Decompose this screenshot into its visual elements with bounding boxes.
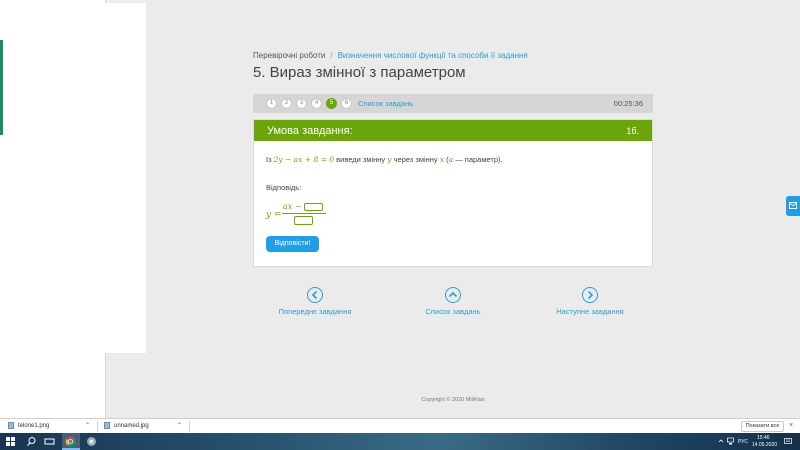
task-number-3[interactable]: 3: [296, 98, 307, 109]
task-card: Умова завдання: 1б. Із 2y − ax + 8 = 0 в…: [253, 119, 653, 267]
task-list-nav[interactable]: Список завдань: [393, 287, 513, 316]
download-separator: [97, 421, 98, 432]
show-all-downloads-button[interactable]: Показати все: [741, 421, 784, 432]
chevron-left-icon[interactable]: [307, 287, 323, 303]
page-title: 5. Вираз змінної з параметром: [253, 64, 466, 81]
chrome-icon[interactable]: [65, 436, 76, 447]
timer: 00:25:36: [613, 99, 643, 108]
fraction-bar: [282, 213, 326, 214]
notifications-icon[interactable]: [784, 438, 792, 445]
task-view-icon[interactable]: [44, 436, 55, 447]
task-header-title: Умова завдання:: [267, 125, 353, 137]
download-item[interactable]: unnamed.jpg ⌃: [104, 422, 182, 432]
task-text-end: — параметр).: [455, 155, 503, 164]
task-text-mid1: виведи змінну: [336, 155, 386, 164]
search-icon[interactable]: [26, 436, 37, 447]
prev-task-nav[interactable]: Попереднє завдання: [255, 287, 375, 316]
task-list-link[interactable]: Список завдань: [358, 99, 413, 108]
breadcrumb-current[interactable]: Визначення числової функції та способи ї…: [338, 51, 528, 60]
chevron-up-icon[interactable]: [445, 287, 461, 303]
breadcrumb-root[interactable]: Перевірочні роботи: [253, 51, 325, 60]
tray-chevron-up-icon[interactable]: [718, 438, 724, 444]
task-equation: 2y − ax + 8 = 0: [273, 155, 335, 164]
formula-numerator-text: ax −: [283, 202, 302, 211]
downloads-bar: telone1.png ⌃ unnamed.jpg ⌃ Показати все…: [0, 418, 800, 433]
chevron-right-icon[interactable]: [582, 287, 598, 303]
chevron-up-icon[interactable]: ⌃: [85, 422, 90, 429]
formula-lhs: y =: [266, 210, 282, 220]
numerator-input[interactable]: [303, 202, 323, 211]
task-text-mid2: через змінну: [393, 155, 438, 164]
breadcrumb-separator: /: [330, 51, 333, 60]
denominator-input[interactable]: [294, 216, 313, 225]
prev-task-label[interactable]: Попереднє завдання: [255, 307, 375, 316]
network-icon[interactable]: [727, 437, 734, 445]
task-statement: Із 2y − ax + 8 = 0 виведи змінну y через…: [266, 155, 503, 164]
download-item[interactable]: telone1.png ⌃: [8, 422, 90, 432]
answer-formula: y = ax −: [266, 201, 336, 227]
task-header: Умова завдання: 1б.: [254, 120, 652, 141]
task-number-4[interactable]: 4: [311, 98, 322, 109]
task-var-y: y: [387, 155, 392, 164]
answer-label: Відповідь:: [266, 183, 302, 192]
task-list-label[interactable]: Список завдань: [393, 307, 513, 316]
download-separator: [189, 421, 190, 432]
formula-numerator: ax −: [283, 202, 323, 211]
download-filename: unnamed.jpg: [114, 423, 149, 430]
breadcrumb: Перевірочні роботи / Визначення числової ф…: [253, 51, 528, 60]
task-param: a: [448, 155, 454, 164]
task-number-6[interactable]: 6: [341, 98, 352, 109]
keyboard-language[interactable]: РУС: [738, 439, 748, 445]
chevron-up-icon[interactable]: ⌃: [177, 422, 182, 429]
windows-taskbar: РУС 15:46 14.05.2020: [0, 433, 800, 450]
file-icon: [8, 422, 14, 429]
blank-overlay-panel: [3, 3, 146, 353]
next-task-nav[interactable]: Наступне завдання: [530, 287, 650, 316]
file-icon: [104, 422, 110, 429]
task-navigation-bar: 1 2 3 4 5 6 Список завдань 00:25:36: [253, 94, 653, 113]
task-number-1[interactable]: 1: [266, 98, 277, 109]
task-var-x: x: [439, 155, 445, 164]
submit-answer-button[interactable]: Відповісти!: [266, 236, 319, 252]
close-icon[interactable]: ×: [789, 422, 793, 429]
clock-date[interactable]: 14.05.2020: [752, 442, 777, 448]
task-text-prefix: Із: [266, 155, 272, 164]
windows-start-icon[interactable]: [6, 437, 15, 446]
clock-time[interactable]: 15:46: [757, 435, 770, 441]
task-points: 1б.: [626, 126, 639, 136]
copyright: Copyright © 2020 MiliKlas: [421, 397, 485, 403]
task-number-2[interactable]: 2: [281, 98, 292, 109]
next-task-label[interactable]: Наступне завдання: [530, 307, 650, 316]
mail-icon: [789, 202, 797, 209]
app-icon[interactable]: [86, 436, 97, 447]
download-filename: telone1.png: [18, 423, 50, 430]
feedback-float-button[interactable]: [786, 196, 800, 216]
task-number-5-active[interactable]: 5: [326, 98, 337, 109]
